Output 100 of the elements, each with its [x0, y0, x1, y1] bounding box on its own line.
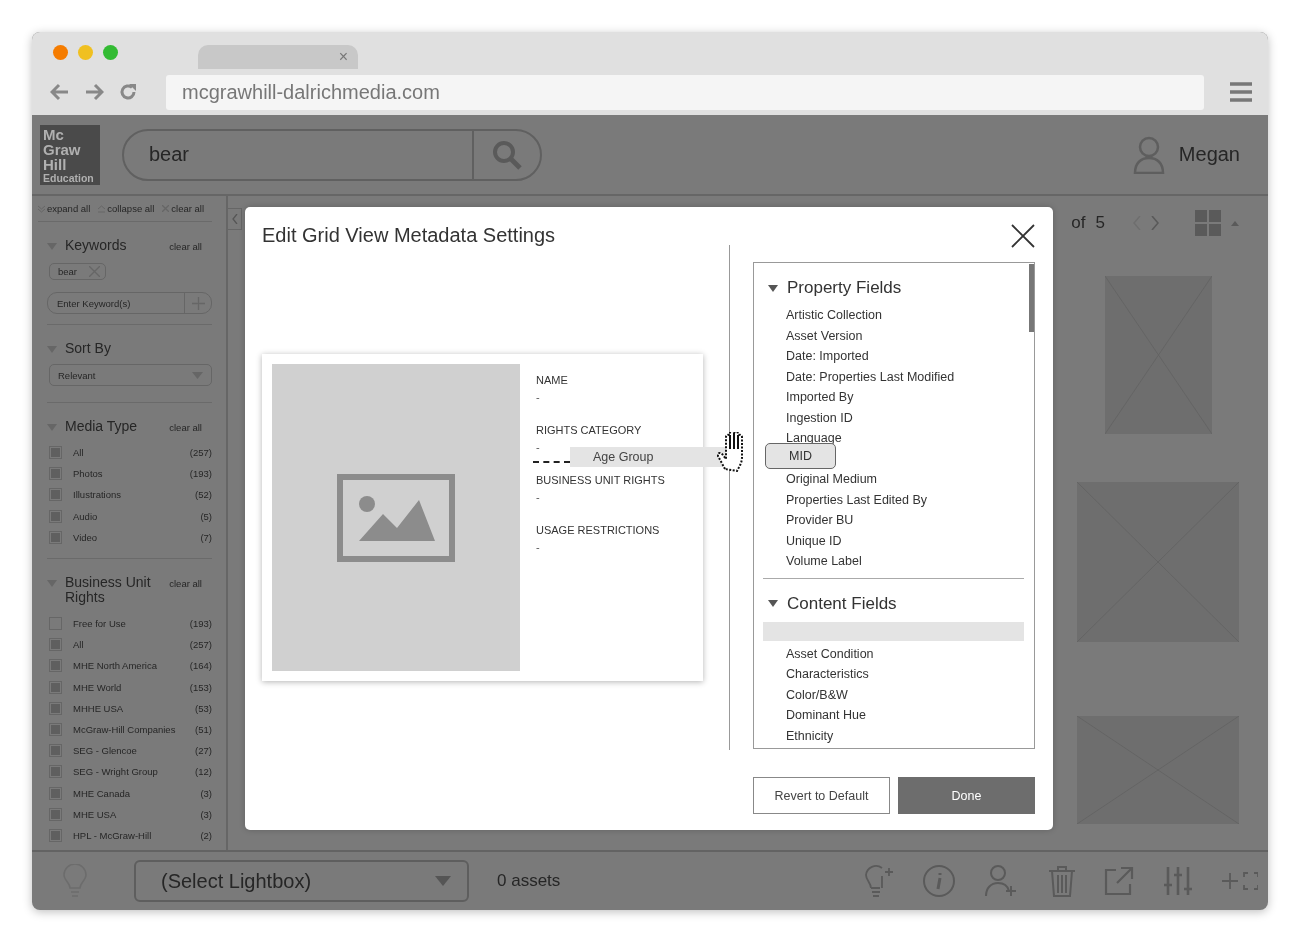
field-list-item[interactable]: Asset Version: [763, 326, 886, 345]
field-list-item[interactable]: Properties Last Edited By: [763, 490, 951, 509]
field-value: -: [536, 541, 541, 553]
page-total: 5: [1095, 213, 1105, 233]
search-field[interactable]: bear: [122, 128, 542, 181]
user-icon[interactable]: [1132, 135, 1165, 174]
checkbox[interactable]: [49, 680, 62, 694]
asset-count: 0 assets: [497, 871, 561, 891]
filter-label: HPL - McGraw-Hill: [73, 829, 153, 841]
chevron-left-icon: [231, 214, 238, 224]
checkbox[interactable]: [49, 701, 62, 715]
field-list-item[interactable]: Date: Imported: [763, 347, 892, 366]
menu-icon[interactable]: [1230, 82, 1252, 102]
trash-icon[interactable]: [1048, 865, 1076, 897]
filter-label: Audio: [73, 510, 99, 522]
filter-count: (2): [200, 829, 212, 841]
field-list-item[interactable]: Provider BU: [763, 511, 877, 530]
section-title[interactable]: Business Unit Rights: [65, 574, 160, 605]
close-window-dot[interactable]: [53, 45, 68, 60]
clear-all-link[interactable]: clear all: [169, 241, 202, 252]
checkbox[interactable]: [49, 722, 62, 736]
filter-label: MHHE USA: [73, 702, 125, 714]
filter-count: (3): [200, 787, 212, 799]
field-list-item[interactable]: Color/B&W: [763, 685, 871, 704]
field-list-item[interactable]: Date: Properties Last Modified: [763, 367, 978, 386]
field-list-item[interactable]: Unique ID: [763, 531, 865, 550]
checkbox[interactable]: [49, 467, 62, 481]
sidebar-action-link[interactable]: expand all: [38, 203, 91, 214]
filter-count: (164): [189, 660, 212, 672]
field-list-item[interactable]: Artistic Collection: [763, 306, 905, 325]
add-fullscreen-icon[interactable]: [1222, 871, 1258, 891]
group-title[interactable]: Content Fields: [787, 593, 897, 614]
search-icon[interactable]: [491, 138, 523, 171]
external-link-icon[interactable]: [1104, 866, 1134, 896]
section-title[interactable]: Sort By: [65, 341, 111, 356]
checkbox[interactable]: [49, 807, 62, 821]
clear-all-link[interactable]: clear all: [169, 577, 202, 589]
filter-label: Free for Use: [73, 618, 127, 630]
field-list-item[interactable]: Asset Condition: [763, 644, 897, 663]
next-page-icon[interactable]: [1151, 216, 1159, 230]
clear-all-link[interactable]: clear all: [169, 422, 202, 433]
checkbox[interactable]: [49, 530, 62, 544]
filter-label: Illustrations: [73, 489, 123, 501]
revert-button[interactable]: Revert to Default: [753, 777, 890, 814]
view-caret-icon[interactable]: [1231, 220, 1239, 226]
sidebar-action-link[interactable]: clear all: [162, 203, 205, 214]
close-icon[interactable]: [1011, 224, 1035, 248]
grid-view-icon[interactable]: [1195, 210, 1221, 236]
filter-count: (193): [189, 468, 212, 480]
sort-dropdown[interactable]: Relevant: [49, 364, 212, 386]
field-list-item[interactable]: Original Medium: [763, 470, 900, 489]
field-list-item[interactable]: Dominant Hue: [763, 706, 889, 725]
checkbox[interactable]: [49, 786, 62, 800]
done-button[interactable]: Done: [898, 777, 1035, 814]
filter-count: (53): [195, 702, 212, 714]
minimize-window-dot[interactable]: [78, 45, 93, 60]
field-list-item[interactable]: Imported By: [763, 388, 877, 407]
checkbox[interactable]: [49, 488, 62, 502]
scrollbar-thumb[interactable]: [1029, 264, 1034, 332]
forward-icon[interactable]: [84, 83, 104, 101]
filter-label: MHE North America: [73, 660, 158, 672]
field-value: -: [536, 441, 541, 453]
maximize-window-dot[interactable]: [103, 45, 118, 60]
filter-label: SEG - Wright Group: [73, 766, 159, 778]
sidebar-action-link[interactable]: collapse all: [98, 203, 155, 214]
field-value: -: [536, 391, 541, 403]
filter-label: Video: [73, 531, 99, 543]
filter-label: MHE USA: [73, 808, 118, 820]
expanded-caret-icon[interactable]: [768, 284, 778, 292]
filter-label: McGraw-Hill Companies: [73, 723, 177, 735]
filter-label: SEG - Glencoe: [73, 745, 138, 757]
checkbox[interactable]: [49, 638, 62, 652]
lightbox-dropdown[interactable]: (Select Lightbox): [134, 860, 469, 902]
keyword-input-field[interactable]: Enter Keyword(s): [47, 292, 212, 314]
filter-count: (5): [200, 510, 212, 522]
group-title[interactable]: Property Fields: [787, 278, 902, 298]
checkbox[interactable]: [49, 509, 62, 523]
add-lightbox-icon[interactable]: [864, 864, 894, 898]
address-bar[interactable]: mcgrawhill-dalrichmedia.com: [166, 74, 1204, 110]
field-list-item[interactable]: Ethnicity: [763, 726, 857, 745]
info-icon[interactable]: [922, 864, 956, 898]
checkbox[interactable]: [49, 446, 62, 460]
user-name[interactable]: Megan: [1178, 143, 1240, 166]
filter-count: (3): [200, 808, 212, 820]
field-label: RIGHTS CATEGORY: [536, 424, 643, 436]
reload-icon[interactable]: [118, 82, 138, 102]
collapse-sidebar-tab[interactable]: [228, 208, 242, 230]
field-list-item[interactable]: Characteristics: [763, 665, 892, 684]
field-list-item[interactable]: Ingestion ID: [763, 408, 876, 427]
sliders-icon[interactable]: [1162, 865, 1194, 897]
checkbox[interactable]: [49, 659, 62, 673]
checkbox[interactable]: [49, 744, 62, 758]
field-list-item[interactable]: Volume Label: [763, 552, 885, 571]
checkbox[interactable]: [49, 828, 62, 842]
section-title[interactable]: Media Type: [65, 419, 138, 434]
checkbox[interactable]: [49, 765, 62, 779]
expanded-caret-icon[interactable]: [768, 600, 778, 607]
section-title[interactable]: Keywords: [65, 238, 127, 253]
back-icon[interactable]: [50, 83, 70, 101]
field-label: NAME: [536, 374, 569, 386]
